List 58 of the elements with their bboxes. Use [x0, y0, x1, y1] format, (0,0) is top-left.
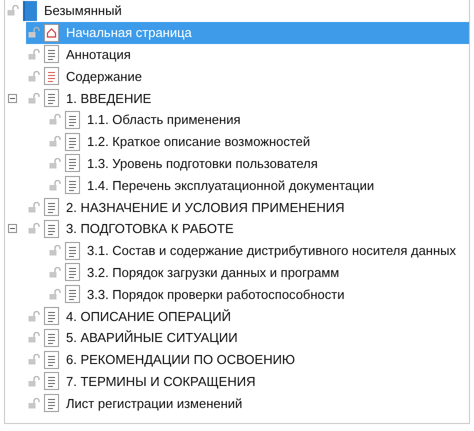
tree-item[interactable]: 1.2. Краткое описание возможностей	[47, 130, 469, 153]
document-icon	[44, 89, 59, 108]
tree-item[interactable]: 1. ВВЕДЕНИЕ	[26, 87, 469, 109]
document-icon	[65, 110, 80, 129]
document-icon	[44, 198, 59, 216]
contents-page-icon	[44, 67, 59, 86]
padlock-icon	[49, 288, 61, 300]
padlock-icon	[28, 376, 40, 387]
document-icon	[44, 45, 59, 64]
tree-item[interactable]: 1.3. Уровень подготовки пользователя	[47, 152, 469, 174]
tree-item[interactable]: 1.1. Область применения	[47, 108, 469, 131]
document-icon	[44, 307, 59, 326]
document-icon	[44, 328, 59, 347]
tree-item[interactable]: Аннотация	[26, 44, 469, 66]
padlock-icon	[28, 202, 40, 213]
document-icon	[65, 285, 80, 304]
tree-item[interactable]: Содержание	[26, 65, 469, 88]
padlock-icon	[49, 245, 61, 256]
tree-item[interactable]: 3.1. Состав и содержание дистрибутивного носителя данных	[47, 240, 469, 262]
home-page-icon	[44, 24, 59, 42]
document-icon	[44, 350, 59, 369]
tree-item[interactable]: Лист регистрации изменений	[26, 392, 469, 414]
padlock-icon	[28, 70, 40, 82]
tree-item[interactable]: 7. ТЕРМИНЫ И СОКРАЩЕНИЯ	[26, 370, 469, 392]
padlock-icon	[28, 398, 40, 409]
tree-item[interactable]: 4. ОПИСАНИЕ ОПЕРАЦИЙ	[26, 305, 469, 327]
tree-item[interactable]: 3. ПОДГОТОВКА К РАБОТЕ	[26, 218, 469, 240]
tree-item[interactable]: 2. НАЗНАЧЕНИЕ И УСЛОВИЯ ПРИМЕНЕНИЯ	[26, 196, 469, 218]
tree-item[interactable]: 3.2. Порядок загрузки данных и программ	[47, 262, 469, 284]
collapse-toggle[interactable]	[8, 94, 17, 103]
document-icon	[65, 242, 80, 260]
padlock-icon	[7, 5, 19, 16]
document-icon	[65, 132, 80, 151]
tree-item[interactable]: 3.3. Порядок проверки работоспособности	[47, 283, 469, 306]
document-icon	[65, 154, 80, 172]
tree-item[interactable]: 5. АВАРИЙНЫЕ СИТУАЦИИ	[26, 326, 469, 349]
padlock-icon	[49, 114, 61, 126]
padlock-icon	[28, 332, 40, 344]
padlock-icon	[49, 158, 61, 169]
padlock-icon	[49, 136, 61, 148]
tree-item[interactable]: 6. РЕКОМЕНДАЦИИ ПО ОСВОЕНИЮ	[26, 348, 469, 371]
padlock-icon	[49, 180, 61, 191]
padlock-icon	[28, 310, 40, 322]
padlock-icon	[28, 48, 40, 60]
tree-item[interactable]: Безымянный	[5, 0, 469, 22]
document-icon	[44, 220, 59, 238]
tree-item[interactable]: 1.4. Перечень эксплуатационной документации	[47, 174, 469, 196]
padlock-icon	[28, 223, 40, 234]
padlock-icon	[28, 354, 40, 366]
document-icon	[44, 372, 59, 390]
document-icon	[44, 394, 59, 412]
book-icon	[23, 0, 37, 21]
padlock-icon	[28, 27, 40, 38]
document-icon	[65, 176, 80, 194]
padlock-icon	[49, 266, 61, 278]
document-icon	[65, 263, 80, 282]
padlock-icon	[28, 92, 40, 104]
collapse-toggle[interactable]	[8, 224, 17, 234]
